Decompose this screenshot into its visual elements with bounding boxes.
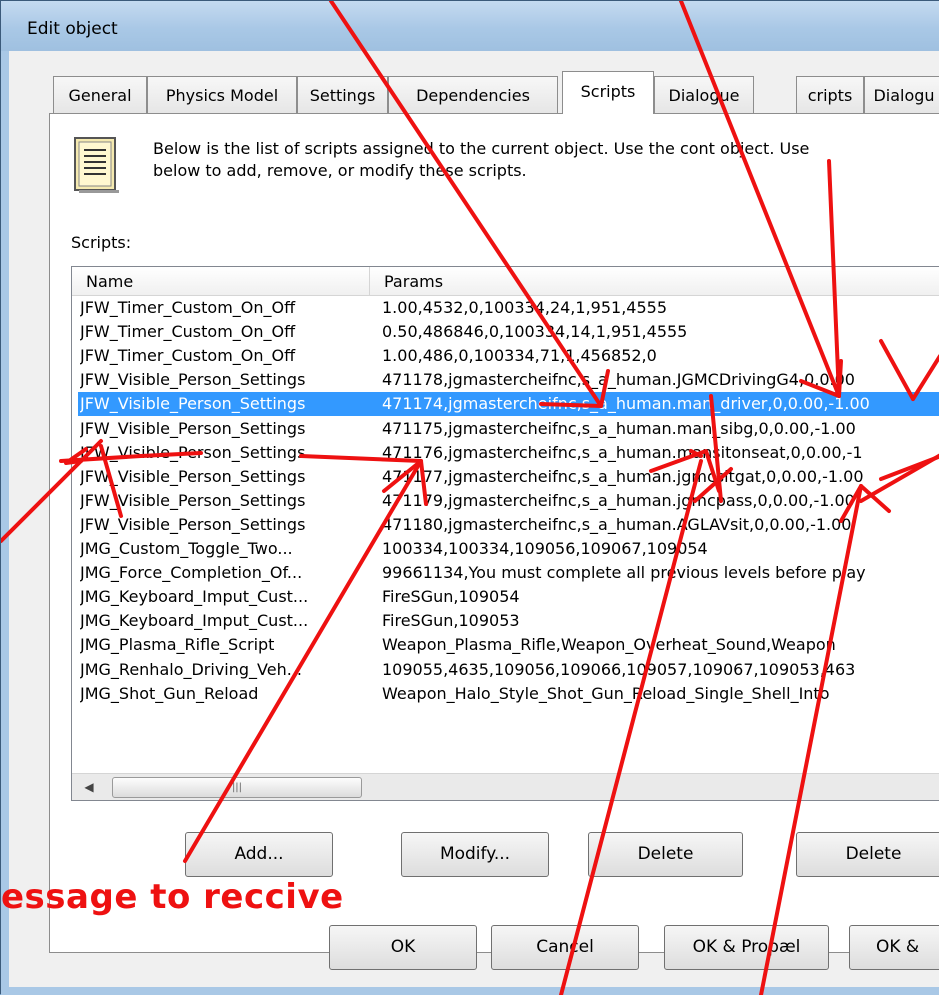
script-params-cell: FireSGun,109053 (382, 611, 520, 631)
column-header-params[interactable]: Params (370, 267, 939, 295)
tab-settings[interactable]: Settings (297, 76, 388, 113)
tab-scripts[interactable]: Scripts (562, 71, 654, 114)
script-params-cell: 99661134,You must complete all previous … (382, 563, 866, 583)
cancel-button[interactable]: Cancel (491, 925, 639, 970)
delete-button-duplicate[interactable]: Delete (796, 832, 939, 877)
script-name-cell: JFW_Visible_Person_Settings (80, 394, 306, 414)
script-name-cell: JMG_Plasma_Rifle_Script (80, 635, 275, 655)
script-params-cell: 471180,jgmastercheifnc,s_a_human.AGLAVsi… (382, 514, 852, 534)
table-row[interactable]: JMG_Custom_Toggle_Two... 100334,100334,10… (72, 537, 939, 561)
table-row[interactable]: JFW_Visible_Person_Settings 471175,jgmast… (72, 417, 939, 441)
add-button[interactable]: Add... (185, 832, 333, 877)
script-params-cell: Weapon_Plasma_Rifle,Weapon_Overheat_Soun… (382, 635, 836, 655)
horizontal-scrollbar[interactable]: ◀ ||| (72, 773, 939, 800)
description-line-1: Below is the list of scripts assigned to… (153, 139, 810, 158)
scroll-thumb[interactable]: ||| (112, 777, 362, 798)
table-row[interactable]: JMG_Renhalo_Driving_Veh... 109055,4635,10… (72, 658, 939, 682)
tab-dialogue[interactable]: Dialogue (654, 76, 754, 113)
tab-general[interactable]: General (53, 76, 147, 113)
script-name-cell: JFW_Visible_Person_Settings (80, 442, 306, 462)
tab-scripts-duplicate[interactable]: cripts (796, 76, 864, 113)
script-params-cell: 471179,jgmastercheifnc,s_a_human.jgmcpas… (382, 490, 860, 510)
table-row[interactable]: JMG_Force_Completion_Of... 99661134,You m… (72, 561, 939, 585)
list-header: Name Params (72, 267, 939, 296)
script-params-cell: 1.00,4532,0,100334,24,1,951,4555 (382, 298, 667, 317)
scripts-label: Scripts: (71, 233, 132, 252)
script-name-cell: JMG_Renhalo_Driving_Veh... (80, 659, 302, 679)
script-name-cell: JFW_Timer_Custom_On_Off (80, 298, 296, 317)
script-name-cell: JFW_Timer_Custom_On_Off (80, 322, 296, 342)
scripts-description: Below is the list of scripts assigned to… (153, 138, 809, 182)
script-name-cell: JFW_Visible_Person_Settings (80, 466, 306, 486)
delete-button[interactable]: Delete (588, 832, 743, 877)
table-row[interactable]: JFW_Visible_Person_Settings 471180,jgmast… (72, 513, 939, 537)
ok-propagate-button[interactable]: OK & Propæl (664, 925, 829, 970)
scripts-list[interactable]: Name Params JFW_Timer_Custom_On_Off 1.00,… (71, 266, 939, 801)
script-params-cell: 100334,100334,109056,109067,109054 (382, 539, 708, 558)
table-row[interactable]: JMG_Shot_Gun_Reload Weapon_Halo_Style_Sho… (72, 682, 939, 706)
table-row[interactable]: JFW_Timer_Custom_On_Off 0.50,486846,0,100… (72, 320, 939, 344)
script-params-cell: 0.50,486846,0,100334,14,1,951,4555 (382, 322, 688, 342)
column-header-name[interactable]: Name (72, 267, 370, 295)
script-name-cell: JFW_Visible_Person_Settings (80, 370, 306, 390)
title-bar[interactable]: Edit object (1, 1, 939, 52)
script-name-cell: JMG_Keyboard_Imput_Cust... (80, 611, 309, 631)
table-row[interactable]: JFW_Visible_Person_Settings 471178,jgmast… (72, 368, 939, 392)
script-name-cell: JMG_Force_Completion_Of... (80, 563, 303, 583)
window-title: Edit object (27, 19, 118, 39)
script-name-cell: JFW_Timer_Custom_On_Off (80, 346, 296, 366)
ok-and-button-duplicate[interactable]: OK & (849, 925, 939, 970)
script-name-cell: JFW_Visible_Person_Settings (80, 490, 306, 510)
script-name-cell: JFW_Visible_Person_Settings (80, 418, 306, 438)
window-frame-left (1, 51, 9, 995)
tab-dialogue-duplicate[interactable]: Dialogu (864, 76, 939, 113)
table-row[interactable]: JFW_Visible_Person_Settings 471177,jgmast… (72, 465, 939, 489)
modify-button[interactable]: Modify... (401, 832, 549, 877)
table-row[interactable]: JMG_Keyboard_Imput_Cust... FireSGun,10905… (72, 609, 939, 633)
script-params-cell: 1.00,486,0,100334,71,1,456852,0 (382, 346, 657, 366)
script-params-cell: Weapon_Halo_Style_Shot_Gun_Reload_Single… (382, 683, 830, 703)
script-name-cell: JMG_Shot_Gun_Reload (80, 683, 259, 703)
script-params-cell: 471175,jgmastercheifnc,s_a_human.man_sib… (382, 418, 856, 438)
script-name-cell: JFW_Visible_Person_Settings (80, 514, 306, 534)
table-row[interactable]: JMG_Plasma_Rifle_Script Weapon_Plasma_Rif… (72, 633, 939, 657)
edit-object-window: Edit object General Physics Model Settin… (0, 0, 939, 995)
table-row[interactable]: JFW_Visible_Person_Settings 471176,jgmast… (72, 441, 939, 465)
script-params-cell: 471176,jgmastercheifnc,s_a_human.mansito… (382, 442, 863, 462)
table-row[interactable]: JFW_Timer_Custom_On_Off 1.00,486,0,100334… (72, 344, 939, 368)
script-params-cell: 471174,jgmastercheifnc,s_a_human.man_dri… (382, 394, 870, 414)
script-params-cell: 109055,4635,109056,109066,109057,109067,… (382, 659, 856, 679)
annotation-text: essage to reccive (1, 877, 344, 917)
script-params-cell: 471178,jgmastercheifnc,s_a_human.JGMCDri… (382, 370, 855, 390)
script-params-cell: 471177,jgmastercheifnc,s_a_human.jgmcsit… (382, 466, 864, 486)
table-row[interactable]: JFW_Timer_Custom_On_Off 1.00,4532,0,10033… (72, 296, 939, 320)
tab-dependencies[interactable]: Dependencies (388, 76, 558, 113)
description-line-2: below to add, remove, or modify these sc… (153, 161, 527, 180)
script-params-cell: FireSGun,109054 (382, 587, 520, 607)
scroll-left-icon[interactable]: ◀ (74, 777, 104, 798)
table-row[interactable]: JMG_Keyboard_Imput_Cust... FireSGun,10905… (72, 585, 939, 609)
table-row-selected[interactable]: JFW_Visible_Person_Settings 471174,jgmast… (77, 391, 939, 418)
script-name-cell: JMG_Custom_Toggle_Two... (80, 539, 293, 558)
notepad-icon (73, 136, 121, 194)
table-row[interactable]: JFW_Visible_Person_Settings 471179,jgmast… (72, 489, 939, 513)
ok-button[interactable]: OK (329, 925, 477, 970)
script-name-cell: JMG_Keyboard_Imput_Cust... (80, 587, 309, 607)
tab-physics-model[interactable]: Physics Model (147, 76, 297, 113)
